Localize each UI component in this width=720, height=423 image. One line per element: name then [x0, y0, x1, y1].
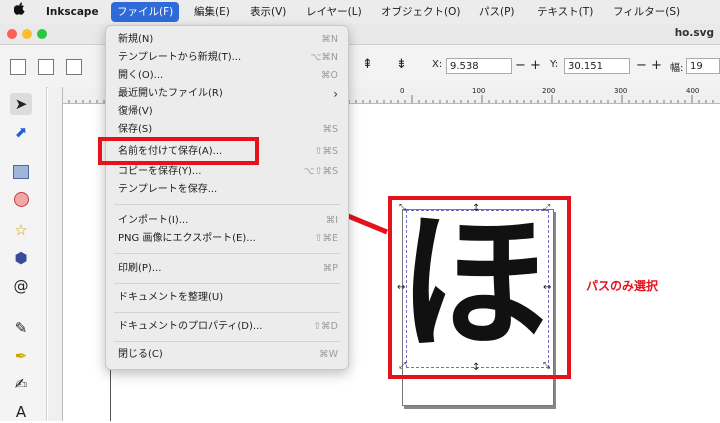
- x-decrement-button[interactable]: −: [515, 58, 526, 74]
- x-label: X:: [432, 59, 443, 70]
- x-increment-button[interactable]: +: [530, 58, 541, 74]
- rectangle-tool-icon[interactable]: [10, 163, 32, 185]
- apple-icon[interactable]: [13, 0, 25, 24]
- ruler-tick-label: 200: [542, 87, 556, 95]
- width-input[interactable]: 19: [686, 58, 720, 74]
- menu-filter[interactable]: フィルター(S): [613, 0, 680, 24]
- menu-edit[interactable]: 編集(E): [194, 0, 230, 24]
- deselect-icon[interactable]: [66, 59, 82, 75]
- menu-path[interactable]: パス(P): [479, 0, 515, 24]
- menu-item-revert[interactable]: 復帰(V): [118, 103, 338, 121]
- glyph-highlight-box: [388, 196, 571, 379]
- star-tool-icon[interactable]: ☆: [10, 219, 32, 241]
- menu-separator: [114, 253, 340, 254]
- pencil-tool-icon[interactable]: ✎: [10, 317, 32, 339]
- x-input[interactable]: 9.538: [446, 58, 512, 74]
- ruler-tick-label: 400: [686, 87, 700, 95]
- align-bottom-icon[interactable]: ⇟: [396, 57, 407, 72]
- menu-separator: [114, 312, 340, 313]
- y-decrement-button[interactable]: −: [636, 58, 647, 74]
- menu-item-save-copy[interactable]: コピーを保存(Y)... ⌥⇧⌘S: [118, 163, 338, 181]
- menu-separator: [114, 283, 340, 284]
- menu-view[interactable]: 表示(V): [250, 0, 286, 24]
- file-menu-dropdown: 新規(N) ⌘N テンプレートから新規(T)... ⌥⌘N 開く(O)... ⌘O 最…: [105, 25, 349, 370]
- menu-item-save-template[interactable]: テンプレートを保存...: [118, 181, 338, 199]
- vertical-ruler[interactable]: [48, 87, 63, 421]
- y-label: Y:: [550, 59, 559, 70]
- ruler-tick-label: 300: [614, 87, 628, 95]
- calligraphy-tool-icon[interactable]: ✍: [10, 373, 32, 395]
- minimize-window-button[interactable]: [22, 29, 32, 39]
- menu-layer[interactable]: レイヤー(L): [306, 0, 362, 24]
- close-window-button[interactable]: [7, 29, 17, 39]
- toolbox: ➤ ⬈ ☆ ⬢ @ ✎ ✒ ✍ A: [0, 87, 47, 421]
- menu-item-open-recent[interactable]: 最近開いたファイル(R) ›: [118, 85, 338, 103]
- menu-item-document-properties[interactable]: ドキュメントのプロパティ(D)... ⇧⌘D: [118, 318, 338, 336]
- align-top-icon[interactable]: ⇞: [362, 57, 373, 72]
- annotation-label: パスのみ選択: [586, 279, 659, 293]
- save-as-highlight-box: [98, 137, 259, 165]
- width-label: 幅:: [670, 63, 684, 74]
- menu-item-print[interactable]: 印刷(P)... ⌘P: [118, 260, 338, 278]
- menu-item-export-png[interactable]: PNG 画像にエクスポート(E)... ⇧⌘E: [118, 230, 338, 248]
- pen-tool-icon[interactable]: ✒: [10, 345, 32, 367]
- app-menu[interactable]: Inkscape: [46, 0, 99, 24]
- circle-tool-icon[interactable]: [10, 191, 32, 213]
- menu-item-clean-document[interactable]: ドキュメントを整理(U): [118, 289, 338, 307]
- y-input[interactable]: 30.151: [564, 58, 630, 74]
- select-all-layers-icon[interactable]: [38, 59, 54, 75]
- ruler-tick-label: 0: [400, 87, 405, 95]
- ruler-tick-label: 100: [472, 87, 486, 95]
- menu-item-new-from-template[interactable]: テンプレートから新規(T)... ⌥⌘N: [118, 49, 338, 67]
- y-increment-button[interactable]: +: [651, 58, 662, 74]
- menu-object[interactable]: オブジェクト(O): [381, 0, 460, 24]
- 3d-box-tool-icon[interactable]: ⬢: [10, 247, 32, 269]
- menu-file[interactable]: ファイル(F): [111, 2, 180, 22]
- menu-separator: [114, 341, 340, 342]
- selector-tool-icon[interactable]: ➤: [10, 93, 32, 115]
- menu-item-close[interactable]: 閉じる(C) ⌘W: [118, 346, 338, 364]
- menu-item-new[interactable]: 新規(N) ⌘N: [118, 31, 338, 49]
- menu-text[interactable]: テキスト(T): [537, 0, 593, 24]
- spiral-tool-icon[interactable]: @: [10, 275, 32, 297]
- node-tool-icon[interactable]: ⬈: [10, 121, 32, 143]
- menubar: Inkscape ファイル(F) 編集(E) 表示(V) レイヤー(L) オブジ…: [0, 0, 720, 25]
- menu-separator: [114, 204, 340, 205]
- document-title: ho.svg: [674, 27, 714, 39]
- zoom-window-button[interactable]: [37, 29, 47, 39]
- select-all-icon[interactable]: [10, 59, 26, 75]
- menu-item-import[interactable]: インポート(I)... ⌘I: [118, 212, 338, 230]
- text-tool-icon[interactable]: A: [10, 401, 32, 423]
- menu-item-open[interactable]: 開く(O)... ⌘O: [118, 67, 338, 85]
